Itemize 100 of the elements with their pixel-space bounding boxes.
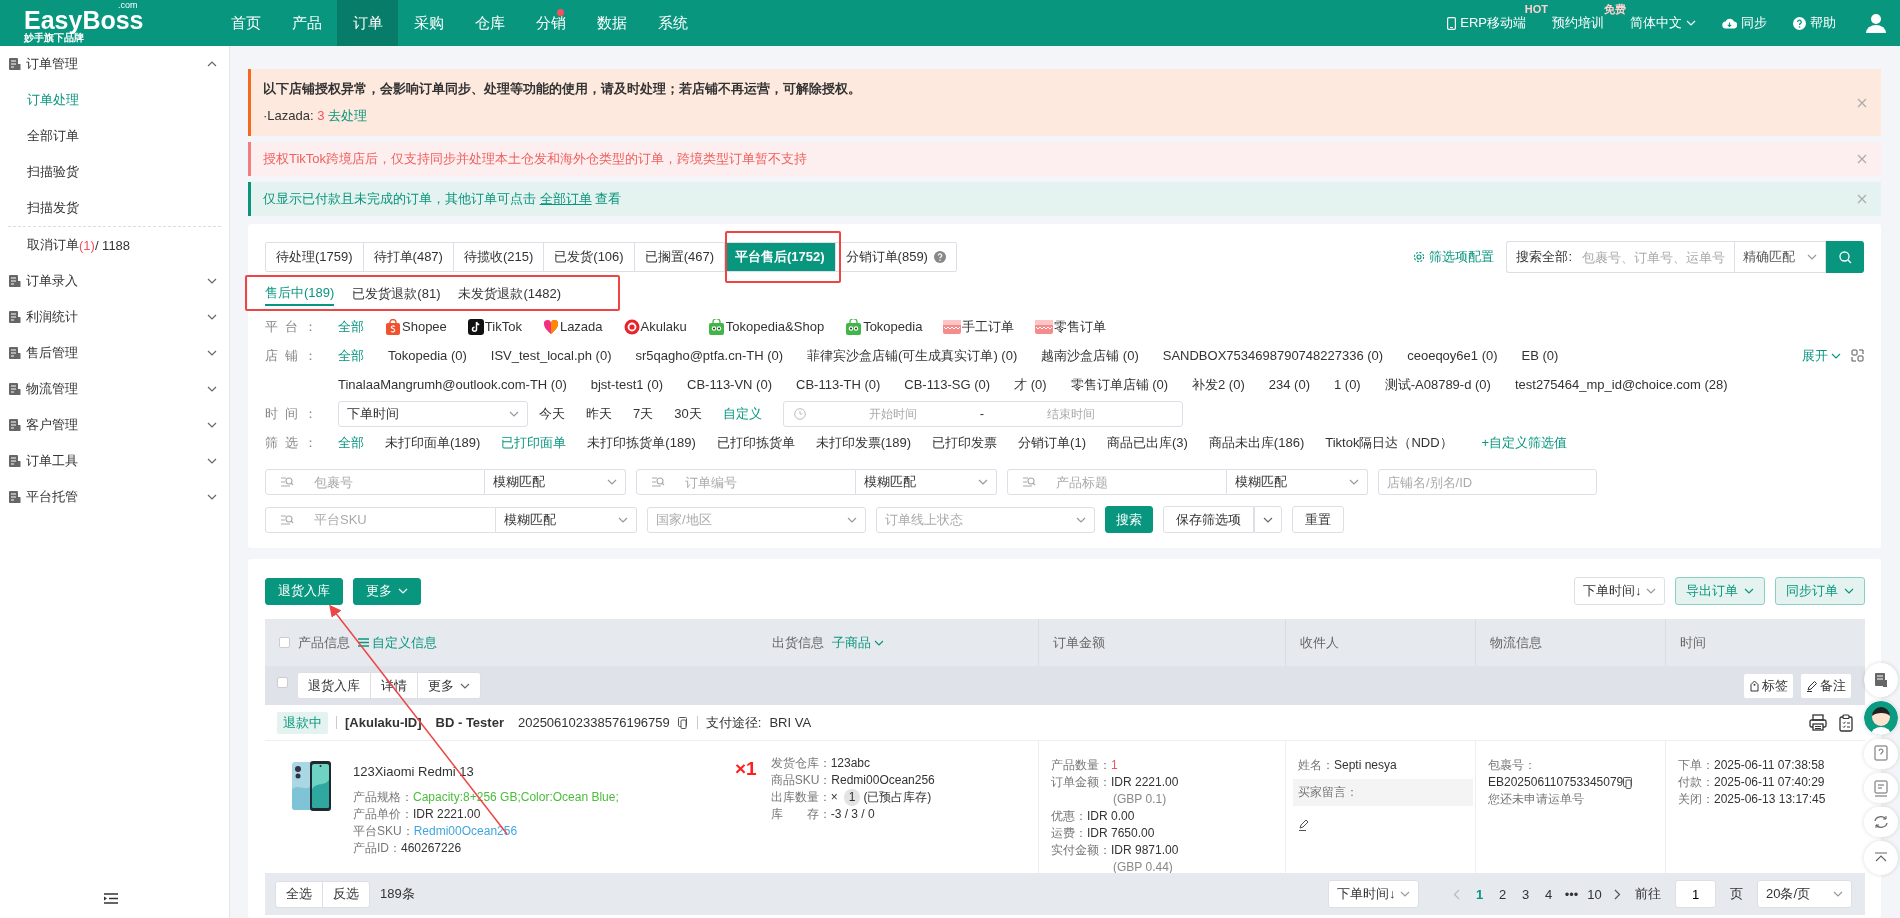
message-icon[interactable] [1864, 773, 1898, 803]
back-to-top-icon[interactable] [1864, 841, 1898, 875]
status-tab[interactable]: 待揽收(215) [453, 243, 544, 271]
layout-icon[interactable] [1851, 349, 1864, 362]
search-field[interactable]: 产品标题 [1007, 469, 1227, 495]
time-option[interactable]: 7天 [633, 399, 654, 428]
shop-option[interactable]: 补发2 (0) [1192, 370, 1245, 399]
nav-item[interactable]: 数据 [581, 0, 642, 46]
platform-option[interactable]: 零售订单 [1035, 312, 1107, 341]
time-option[interactable]: 今天 [539, 399, 565, 428]
platform-option[interactable]: 手工订单 [943, 312, 1015, 341]
platform-option[interactable]: TikTok [467, 312, 522, 341]
filter-option[interactable]: Tiktok隔日达（NDD） [1325, 428, 1453, 457]
time-type-select[interactable]: 下单时间 [338, 400, 528, 427]
shop-option[interactable]: test275464_mp_id@choice.com (28) [1514, 370, 1728, 399]
avatar-icon[interactable] [1864, 701, 1898, 735]
nav-item[interactable]: 系统 [642, 0, 703, 46]
shop-option[interactable]: CB-113-TH (0) [796, 370, 881, 399]
shop-option[interactable]: CB-113-VN (0) [687, 370, 772, 399]
match-select[interactable]: 模糊匹配 [1227, 469, 1368, 495]
filter-option[interactable]: 已打印面单 [501, 428, 567, 457]
status-tab[interactable]: 平台售后(1752) [725, 243, 835, 271]
action-button[interactable]: 更多 [418, 673, 480, 698]
search-input[interactable]: 订单编号 [683, 473, 837, 491]
status-tab[interactable]: 待处理(1759) [266, 243, 363, 271]
time-option[interactable]: 自定义 [722, 399, 762, 428]
action-button[interactable]: 退货入库 [298, 673, 371, 698]
shop-option[interactable]: SANDBOX7534698790748227336 (0) [1162, 341, 1384, 370]
search-button[interactable] [1826, 241, 1864, 273]
filter-option[interactable]: 已打印发票 [932, 428, 998, 457]
end-date-input[interactable]: 结束时间 [984, 405, 1159, 422]
document-icon[interactable] [1864, 663, 1898, 697]
printer-icon[interactable] [1809, 713, 1827, 731]
sub-tab[interactable]: 售后中(189) [265, 282, 335, 306]
match-select[interactable]: 模糊匹配 [856, 469, 997, 495]
platform-option[interactable]: 全部 [338, 312, 364, 341]
input-field[interactable]: 店铺名/别名/ID [1378, 469, 1597, 495]
shop-option[interactable]: 1 (0) [1333, 370, 1361, 399]
close-icon[interactable] [1857, 154, 1867, 164]
sidebar-group[interactable]: 客户管理 [0, 407, 229, 443]
sidebar-group[interactable]: 物流管理 [0, 371, 229, 407]
page-number[interactable]: 3 [1514, 886, 1537, 902]
alert-link[interactable]: 全部订单 [539, 191, 592, 206]
platform-option[interactable]: Akulaku [623, 312, 687, 341]
reset-button[interactable]: 重置 [1292, 506, 1344, 533]
copy-icon[interactable] [677, 716, 689, 729]
start-date-input[interactable]: 开始时间 [805, 405, 980, 422]
return-button[interactable]: 退货入库 [265, 577, 343, 605]
header-link[interactable]: 同步 [1722, 14, 1767, 32]
refresh-icon[interactable] [1864, 807, 1898, 837]
header-link[interactable]: 帮助 [1793, 14, 1836, 32]
expand-link[interactable]: 展开 [1802, 346, 1841, 365]
sort-select[interactable]: 下单时间↓ [1574, 577, 1665, 605]
search-input[interactable]: 包裹号 [312, 473, 466, 491]
sidebar-group[interactable]: 订单录入 [0, 263, 229, 299]
user-icon[interactable] [1866, 13, 1886, 33]
save-filter-button[interactable]: 保存筛选项 [1163, 506, 1254, 533]
match-select[interactable]: 模糊匹配 [496, 506, 637, 533]
search-field[interactable]: 包裹号 [265, 469, 485, 495]
filter-option[interactable]: 未打印发票(189) [815, 428, 912, 457]
header-link[interactable]: 简体中文 [1630, 14, 1696, 32]
more-button[interactable]: 更多 [353, 577, 421, 605]
shop-option[interactable]: ISV_test_local.ph (0) [490, 341, 612, 370]
page-number[interactable]: 4 [1537, 886, 1560, 902]
page-number[interactable]: ••• [1560, 886, 1583, 902]
platform-option[interactable]: Lazada [542, 312, 603, 341]
filter-option[interactable]: 全部 [338, 428, 364, 457]
filter-option[interactable]: 分销订单(1) [1018, 428, 1086, 457]
page-number[interactable]: 2 [1491, 886, 1514, 902]
shop-option[interactable]: CB-113-SG (0) [904, 370, 991, 399]
search-input[interactable]: 产品标题 [1054, 473, 1208, 491]
platform-option[interactable]: Tokopedia [845, 312, 923, 341]
shop-option[interactable]: bjst-test1 (0) [590, 370, 663, 399]
checkbox[interactable] [279, 637, 290, 648]
shop-option[interactable]: 零售订单店铺 (0) [1070, 370, 1169, 399]
page-size-select[interactable]: 20条/页 [1757, 880, 1852, 908]
status-tab[interactable]: 分销订单(859) [835, 243, 956, 271]
sidebar-group[interactable]: 订单管理 [0, 46, 229, 82]
shop-option[interactable]: 菲律宾沙盒店铺(可生成真实订单) (0) [807, 341, 1018, 370]
sort-select[interactable]: 下单时间↓ [1328, 880, 1419, 908]
shop-option[interactable]: TinalaaMangrumh@outlook.com-TH (0) [338, 370, 567, 399]
shop-option[interactable]: Tokopedia (0) [388, 341, 467, 370]
sidebar-group[interactable]: 售后管理 [0, 335, 229, 371]
shop-option[interactable]: ceoeqoy6e1 (0) [1407, 341, 1498, 370]
sidebar-group[interactable]: 订单工具 [0, 443, 229, 479]
nav-item[interactable]: 首页 [215, 0, 276, 46]
filter-config-link[interactable]: 筛选项配置 [1413, 248, 1495, 266]
nav-item[interactable]: 产品 [276, 0, 337, 46]
selection-button[interactable]: 全选 [276, 881, 323, 907]
collapse-menu-icon[interactable] [104, 892, 118, 904]
status-tab[interactable]: 待打单(487) [363, 243, 453, 271]
sub-tab[interactable]: 已发货退款(81) [352, 282, 441, 306]
time-option[interactable]: 昨天 [586, 399, 612, 428]
platform-option[interactable]: Shopee [385, 312, 447, 341]
close-icon[interactable] [1857, 194, 1867, 204]
search-field[interactable]: 搜索全部: 包裹号、订单号、运单号 [1506, 241, 1734, 273]
sub-tab[interactable]: 未发货退款(1482) [458, 282, 562, 306]
status-tab[interactable]: 已搁置(467) [634, 243, 724, 271]
filter-option[interactable]: 已打印拣货单 [716, 428, 795, 457]
nav-item[interactable]: 采购 [398, 0, 459, 46]
